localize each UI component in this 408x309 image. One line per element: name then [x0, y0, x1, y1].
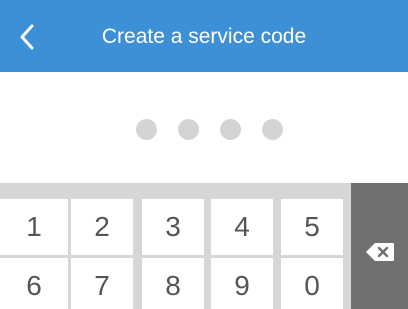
- key-4[interactable]: 4: [211, 199, 273, 255]
- backspace-button[interactable]: [351, 183, 408, 309]
- backspace-icon: [366, 243, 394, 261]
- key-7[interactable]: 7: [71, 258, 133, 309]
- key-3[interactable]: 3: [142, 199, 204, 255]
- key-6[interactable]: 6: [0, 258, 68, 309]
- pin-dot: [220, 119, 241, 140]
- key-1[interactable]: 1: [0, 199, 68, 255]
- app-header: Create a service code: [0, 0, 408, 72]
- pin-dot: [262, 119, 283, 140]
- key-2[interactable]: 2: [71, 199, 133, 255]
- page-title: Create a service code: [101, 25, 307, 48]
- key-5[interactable]: 5: [281, 199, 343, 255]
- key-9[interactable]: 9: [211, 258, 273, 309]
- key-8[interactable]: 8: [142, 258, 204, 309]
- key-0[interactable]: 0: [281, 258, 343, 309]
- pin-dot: [136, 119, 157, 140]
- service-code-screen: Create a service code 1 2 3 4 5 6 7 8 9 …: [0, 0, 408, 309]
- pin-dot: [178, 119, 199, 140]
- pin-indicator: [0, 119, 408, 141]
- numeric-keypad: 1 2 3 4 5 6 7 8 9 0: [0, 183, 408, 309]
